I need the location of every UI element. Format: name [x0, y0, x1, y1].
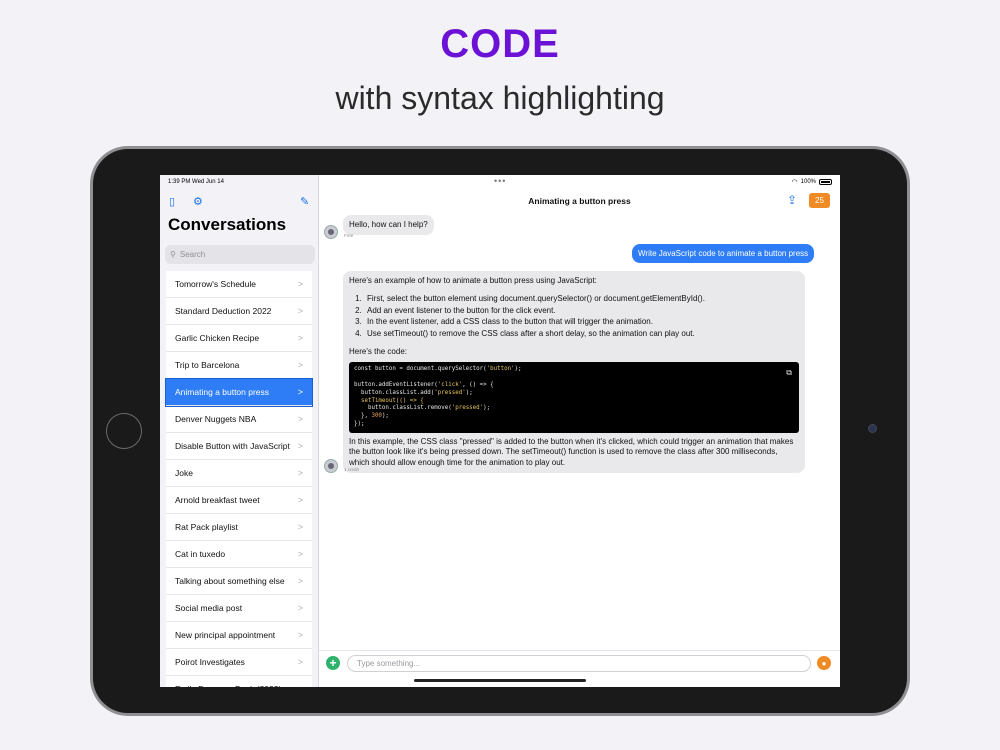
conversation-item[interactable]: Arnold breakfast tweet > — [166, 487, 312, 514]
reply-step: First, select the button element using d… — [364, 294, 799, 304]
conversation-item-label: Tomorrow's Schedule — [175, 279, 256, 289]
chevron-right-icon: > — [297, 360, 303, 370]
chevron-right-icon: > — [297, 306, 303, 316]
conversation-item[interactable]: Cat in tuxedo > — [166, 541, 312, 568]
conversation-item-label: Talking about something else — [175, 576, 285, 586]
conversation-item[interactable]: Emily Dungeon Book (2022) > — [166, 676, 312, 687]
greeting-bubble: Hello, how can I help? — [343, 215, 434, 236]
chevron-right-icon: > — [297, 549, 303, 559]
battery-percent: 100% — [800, 179, 816, 185]
conversation-item[interactable]: Joke > — [166, 460, 312, 487]
compose-icon[interactable]: ✎ — [300, 195, 309, 208]
chevron-right-icon: > — [297, 603, 303, 613]
status-time: 1:39 PM Wed Jun 14 — [168, 179, 224, 185]
chevron-right-icon: > — [297, 522, 303, 532]
conversation-list: Tomorrow's Schedule > Standard Deduction 2… — [165, 271, 313, 687]
chevron-right-icon: > — [297, 387, 303, 397]
reply-intro: Here's an example of how to animate a bu… — [349, 276, 597, 285]
conversation-item-label: Joke — [175, 468, 193, 478]
conversation-item-label: Disable Button with JavaScript — [175, 441, 290, 451]
conversation-item[interactable]: Standard Deduction 2022 > — [166, 298, 312, 325]
add-button[interactable]: + — [326, 656, 340, 670]
wifi-icon: ◠ — [791, 179, 798, 186]
conversation-item-label: Poirot Investigates — [175, 657, 245, 667]
conversation-item[interactable]: Trip to Barcelona > — [166, 352, 312, 379]
conversation-item-label: Standard Deduction 2022 — [175, 306, 272, 316]
app-screen: ▯ ⚙ ✎ Conversations ⚲ Search Tomorrow's … — [160, 175, 840, 687]
share-icon[interactable]: ⇪ — [787, 193, 797, 207]
conversation-item[interactable]: Talking about something else > — [166, 568, 312, 595]
chevron-right-icon: > — [297, 279, 303, 289]
chevron-right-icon: > — [297, 630, 303, 640]
chevron-right-icon: > — [297, 333, 303, 343]
reply-step: Add an event listener to the button for … — [364, 306, 799, 316]
conversation-item-label: Rat Pack playlist — [175, 522, 238, 532]
reply-outro: In this example, the CSS class "pressed"… — [349, 436, 794, 467]
code-intro: Here's the code: — [349, 346, 408, 356]
gear-icon[interactable]: ⚙ — [193, 195, 203, 208]
conversation-item-label: Denver Nuggets NBA — [175, 414, 257, 424]
search-placeholder: Search — [179, 250, 206, 259]
chevron-right-icon: > — [297, 495, 303, 505]
sidebar: ▯ ⚙ ✎ Conversations ⚲ Search Tomorrow's … — [160, 175, 319, 687]
conversation-item-label: Animating a button press — [175, 387, 270, 397]
conversation-item-label: Social media post — [175, 603, 243, 613]
conversation-item-label: New principal appointment — [175, 630, 276, 640]
conversation-item[interactable]: Poirot Investigates > — [166, 649, 312, 676]
search-input[interactable]: ⚲ Search — [165, 245, 315, 264]
reply-steps: First, select the button element using d… — [364, 294, 799, 339]
reply-step: In the event listener, add a CSS class t… — [364, 317, 799, 327]
plus-icon: + — [329, 656, 337, 670]
status-bar: 1:39 PM Wed Jun 14 ••• ◠ 100% — [160, 175, 840, 189]
camera-dot — [868, 424, 877, 433]
conversation-item[interactable]: Social media post > — [166, 595, 312, 622]
chevron-right-icon: > — [297, 468, 303, 478]
sidebar-title: Conversations — [168, 215, 287, 234]
conversation-item[interactable]: Tomorrow's Schedule > — [166, 271, 312, 298]
assistant-avatar — [324, 459, 338, 473]
reply-note: 1 credit — [344, 467, 359, 472]
chevron-right-icon: > — [297, 576, 303, 586]
chevron-right-icon: > — [298, 684, 303, 687]
conversation-item[interactable]: Garlic Chicken Recipe > — [166, 325, 312, 352]
conversation-item[interactable]: Denver Nuggets NBA > — [166, 406, 312, 433]
code-block: ⧉ const button = document.querySelector('… — [349, 362, 799, 433]
chat-title: Animating a button press — [528, 196, 631, 206]
home-indicator — [414, 679, 586, 682]
conversation-item-label: Trip to Barcelona — [175, 360, 240, 370]
sidebar-icon[interactable]: ▯ — [169, 195, 175, 208]
conversation-item-label: Emily Dungeon Book (2022) — [175, 684, 281, 687]
search-icon: ⚲ — [170, 250, 176, 259]
conversation-item-label: Garlic Chicken Recipe — [175, 333, 260, 343]
headline-title: CODE — [440, 22, 560, 66]
credits-badge[interactable]: 25 — [809, 193, 830, 208]
assistant-avatar — [324, 225, 338, 239]
conversation-item-label: Arnold breakfast tweet — [175, 495, 260, 505]
multitask-dots[interactable]: ••• — [494, 176, 506, 186]
chevron-right-icon: > — [297, 441, 303, 451]
chevron-right-icon: > — [297, 657, 303, 667]
mic-button[interactable]: ● — [817, 656, 831, 670]
headline-subtitle: with syntax highlighting — [335, 80, 665, 116]
chevron-right-icon: > — [297, 414, 303, 424]
conversation-item[interactable]: Rat Pack playlist > — [166, 514, 312, 541]
conversation-item[interactable]: Animating a button press > — [165, 378, 313, 407]
conversation-item-label: Cat in tuxedo — [175, 549, 226, 559]
battery-icon — [819, 179, 832, 185]
mic-icon: ● — [821, 658, 827, 668]
conversation-item[interactable]: Disable Button with JavaScript > — [166, 433, 312, 460]
conversation-item[interactable]: New principal appointment > — [166, 622, 312, 649]
greeting-note: Free — [344, 233, 354, 238]
reply-bubble: Here's an example of how to animate a bu… — [343, 271, 805, 474]
message-input[interactable]: Type something... — [347, 655, 811, 672]
reply-step: Use setTimeout() to remove the CSS class… — [364, 329, 799, 339]
home-button-ring — [106, 413, 142, 449]
copy-icon[interactable]: ⧉ — [786, 368, 792, 379]
user-message-bubble: Write JavaScript code to animate a butto… — [632, 244, 815, 263]
